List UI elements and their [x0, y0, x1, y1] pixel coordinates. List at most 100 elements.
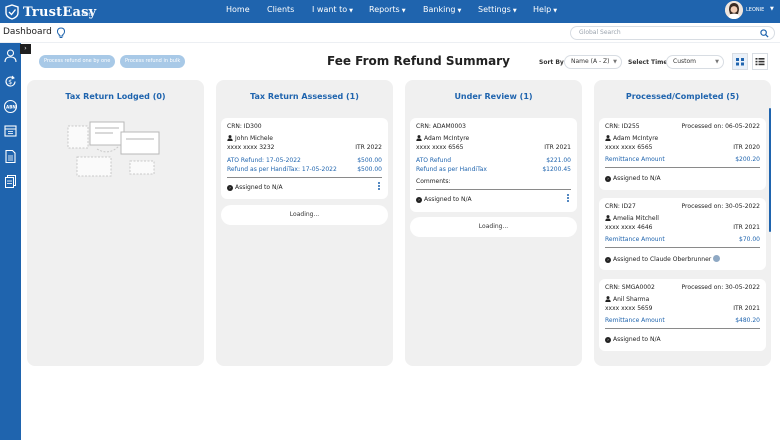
remittance-amount: $480.20	[735, 317, 760, 324]
remittance-label: Remittance Amount	[605, 236, 665, 243]
loading-indicator: Loading...	[410, 217, 577, 237]
itr-year: ITR 2021	[733, 305, 760, 312]
completed-card[interactable]: CRN: ID255 Processed on: 06-05-2022 Adam…	[599, 118, 766, 190]
chevron-down-icon: ▼	[349, 8, 353, 14]
card-account-row: xxxx xxxx 6565 ITR 2021	[416, 144, 571, 151]
column-title: Under Review (1)	[454, 92, 533, 101]
document-icon[interactable]	[3, 149, 18, 164]
arrow-right-circle-icon: ›	[605, 176, 611, 182]
sort-by-value: Name (A - Z)	[571, 58, 610, 65]
chevron-down-icon: ▼	[613, 59, 617, 65]
remittance-amount: $70.00	[739, 236, 760, 243]
user-icon[interactable]	[3, 48, 18, 63]
grid-view-button[interactable]	[732, 53, 748, 70]
chevron-down-icon: ▼	[457, 8, 462, 14]
account-number: xxxx xxxx 4646	[605, 224, 653, 231]
handitax-refund-row: Refund as per HandiTax $1200.45	[416, 166, 571, 173]
abn-icon[interactable]: ABN	[3, 99, 18, 114]
ato-refund-label: ATO Refund: 17-05-2022	[227, 157, 301, 164]
client-name[interactable]: Adam McIntyre	[424, 135, 469, 142]
client-name[interactable]: Anil Sharma	[613, 296, 649, 303]
card-crn: CRN: ID27	[605, 203, 636, 210]
nav-reports[interactable]: Reports ▼	[369, 5, 406, 14]
trusteasy-logo-icon	[5, 4, 19, 20]
assigned-to: Assigned to N/A	[613, 175, 661, 182]
avatar[interactable]	[725, 1, 743, 19]
arrow-right-circle-icon: ›	[227, 185, 233, 191]
column-tax-return-assessed: Tax Return Assessed (1) CRN: ID300 John …	[216, 80, 393, 366]
card-account-row: xxxx xxxx 5659 ITR 2021	[605, 305, 760, 312]
nav-clients[interactable]: Clients	[267, 5, 294, 14]
sort-by-label: Sort By:	[539, 59, 567, 66]
completed-card[interactable]: CRN: ID27 Processed on: 30-05-2022 Ameli…	[599, 198, 766, 270]
list-view-button[interactable]	[752, 53, 768, 70]
account-number: xxxx xxxx 6565	[416, 144, 464, 151]
select-time-select[interactable]: Custom ▼	[666, 55, 724, 69]
card-client: Adam McIntyre	[416, 135, 571, 142]
itr-year: ITR 2020	[733, 144, 760, 151]
nav-banking[interactable]: Banking ▼	[423, 5, 461, 14]
ato-refund-amount: $221.00	[546, 157, 571, 164]
processed-date: Processed on: 30-05-2022	[681, 284, 760, 291]
person-icon	[227, 135, 233, 141]
page-title: Fee From Refund Summary	[327, 54, 510, 68]
nav-i-want-to[interactable]: I want to ▼	[312, 5, 353, 14]
sort-by-select[interactable]: Name (A - Z) ▼	[564, 55, 622, 69]
client-name[interactable]: Adam McIntyre	[613, 135, 658, 142]
person-icon	[416, 135, 422, 141]
lightbulb-icon[interactable]	[56, 27, 66, 39]
more-options-icon[interactable]	[567, 194, 570, 203]
arrow-right-circle-icon: ›	[605, 257, 611, 263]
card-header-row: CRN: ID255 Processed on: 06-05-2022	[605, 123, 760, 130]
assigned-to: Assigned to Claude Oberbrunner	[613, 256, 712, 263]
column-under-review: Under Review (1) CRN: ADAM0003 Adam McIn…	[405, 80, 582, 366]
completed-card[interactable]: CRN: SMGA0002 Processed on: 30-05-2022 A…	[599, 279, 766, 351]
refund-card[interactable]: CRN: ADAM0003 Adam McIntyre xxxx xxxx 65…	[410, 118, 577, 212]
sidebar: $ ABN	[0, 43, 21, 440]
assigned-to: Assigned to N/A	[424, 196, 472, 203]
nav-settings[interactable]: Settings ▼	[478, 5, 517, 14]
chevron-down-icon[interactable]: ▼	[770, 6, 774, 12]
handitax-refund-label: Refund as per HandiTax	[416, 166, 487, 173]
refund-card[interactable]: CRN: ID300 John Michele xxxx xxxx 3232 I…	[221, 118, 388, 199]
refund-icon[interactable]: $	[3, 74, 18, 89]
column-title: Processed/Completed (5)	[625, 92, 740, 101]
calendar-report-icon[interactable]	[3, 123, 18, 138]
assigned-row: › Assigned to N/A	[605, 336, 760, 343]
column-tax-return-lodged: Tax Return Lodged (0)	[27, 80, 204, 366]
ato-refund-amount: $500.00	[357, 157, 382, 164]
card-account-row: xxxx xxxx 4646 ITR 2021	[605, 224, 760, 231]
divider	[416, 189, 571, 190]
sidebar-expand-button[interactable]: ›	[20, 44, 31, 54]
chevron-down-icon: ▼	[512, 8, 517, 14]
user-name[interactable]: LEONIE	[746, 7, 764, 13]
svg-text:$: $	[8, 79, 12, 86]
nav-home[interactable]: Home	[226, 5, 250, 14]
process-refund-in-bulk-button[interactable]: Process refund in bulk	[120, 55, 186, 68]
grid-view-icon	[736, 58, 744, 66]
card-client: Amelia Mitchell	[605, 215, 760, 222]
documents-stack-icon[interactable]	[3, 174, 18, 189]
remittance-row: Remittance Amount $70.00	[605, 236, 760, 243]
global-search-input[interactable]: Global Search	[570, 26, 775, 40]
more-options-icon[interactable]	[378, 182, 381, 191]
processed-date: Processed on: 06-05-2022	[681, 123, 760, 130]
search-icon[interactable]	[760, 29, 769, 38]
remittance-amount: $200.20	[735, 156, 760, 163]
handitax-refund-row: Refund as per HandiTax: 17-05-2022 $500.…	[227, 166, 382, 173]
client-name[interactable]: John Michele	[235, 135, 273, 142]
card-crn: CRN: SMGA0002	[605, 284, 655, 291]
nav-help[interactable]: Help ▼	[533, 5, 557, 14]
handitax-refund-label: Refund as per HandiTax: 17-05-2022	[227, 166, 337, 173]
process-refund-one-by-one-button[interactable]: Process refund one by one	[39, 55, 116, 68]
card-client: John Michele	[227, 135, 382, 142]
chevron-down-icon: ▼	[401, 8, 406, 14]
chevron-down-icon: ▼	[715, 59, 719, 65]
empty-state-illustration	[67, 121, 160, 177]
assigned-row: › Assigned to N/A	[605, 175, 760, 182]
client-name[interactable]: Amelia Mitchell	[613, 215, 659, 222]
beta-label: Beta	[82, 12, 94, 18]
handitax-refund-amount: $1200.45	[542, 166, 571, 173]
ato-refund-row: ATO Refund: 17-05-2022 $500.00	[227, 157, 382, 164]
column-scrollbar[interactable]	[769, 108, 771, 232]
